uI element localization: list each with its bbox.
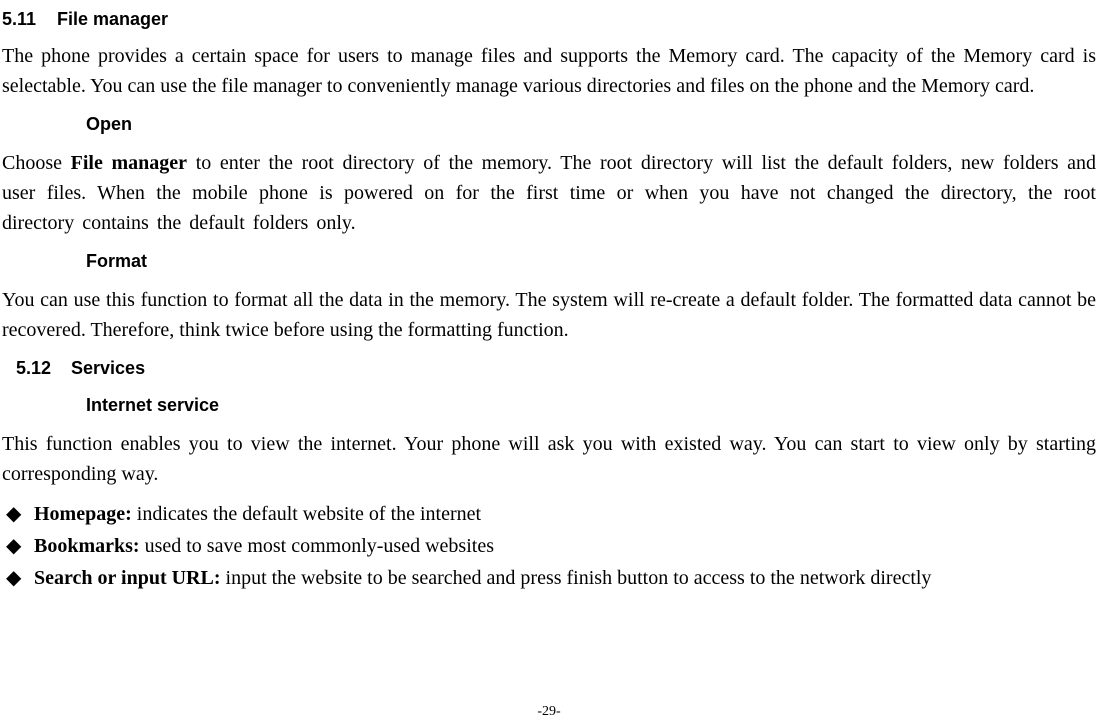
open-text-bold: File manager (71, 152, 187, 174)
bullet-text: input the website to be searched and pre… (221, 567, 932, 589)
list-item-content: Search or input URL: input the website t… (34, 563, 1096, 593)
bullet-icon: ◆ (2, 499, 34, 529)
internet-bullet-list: ◆ Homepage: indicates the default websit… (2, 499, 1096, 593)
subsection-internet-title: Internet service (86, 392, 1096, 419)
subsection-internet-intro: This function enables you to view the in… (2, 429, 1096, 489)
section-511-intro: The phone provides a certain space for u… (2, 41, 1096, 101)
section-heading-511: 5.11 File manager (2, 6, 1096, 33)
bullet-text: used to save most commonly-used websites (140, 535, 494, 557)
list-item-content: Homepage: indicates the default website … (34, 499, 1096, 529)
bullet-icon: ◆ (2, 563, 34, 593)
bullet-icon: ◆ (2, 531, 34, 561)
section-title: File manager (57, 9, 168, 29)
section-heading-512: 5.12 Services (16, 355, 1096, 382)
subsection-open-text: Choose File manager to enter the root di… (2, 148, 1096, 238)
section-number: 5.11 (2, 6, 52, 33)
section-title: Services (71, 358, 145, 378)
subsection-open-title: Open (86, 111, 1096, 138)
bullet-bold: Bookmarks: (34, 535, 140, 557)
bullet-bold: Search or input URL: (34, 567, 221, 589)
page-number: -29- (0, 701, 1098, 722)
open-text-prefix: Choose (2, 152, 71, 174)
list-item: ◆ Search or input URL: input the website… (2, 563, 1096, 593)
subsection-format-title: Format (86, 248, 1096, 275)
list-item: ◆ Homepage: indicates the default websit… (2, 499, 1096, 529)
list-item-content: Bookmarks: used to save most commonly-us… (34, 531, 1096, 561)
section-number: 5.12 (16, 355, 66, 382)
list-item: ◆ Bookmarks: used to save most commonly-… (2, 531, 1096, 561)
bullet-text: indicates the default website of the int… (132, 503, 481, 525)
bullet-bold: Homepage: (34, 503, 132, 525)
subsection-format-text: You can use this function to format all … (2, 285, 1096, 345)
